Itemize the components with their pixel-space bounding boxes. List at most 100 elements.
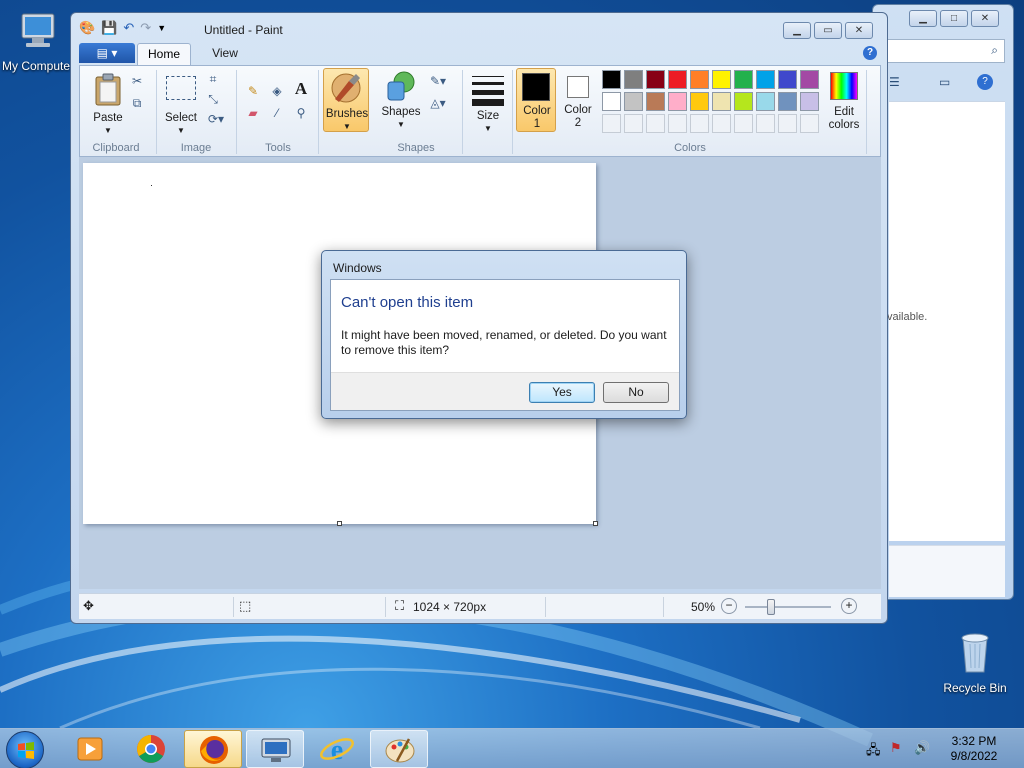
- palette-color-swatch[interactable]: [778, 92, 797, 111]
- text-tool-icon[interactable]: A: [292, 80, 310, 98]
- paint-menu-button[interactable]: ▤ ▾: [79, 43, 135, 63]
- desktop-icon-my-computer[interactable]: My Computer: [0, 10, 78, 73]
- palette-color-swatch[interactable]: [624, 92, 643, 111]
- palette-color-swatch[interactable]: [756, 70, 775, 89]
- action-center-flag-icon[interactable]: ⚑: [890, 740, 902, 756]
- maximize-button[interactable]: ▭: [814, 22, 842, 39]
- status-separator: [663, 597, 664, 617]
- palette-color-swatch[interactable]: [756, 92, 775, 111]
- firefox-icon: [200, 736, 228, 764]
- undo-icon[interactable]: ↶: [123, 20, 134, 36]
- resize-handle-corner[interactable]: [593, 521, 598, 526]
- close-button[interactable]: ✕: [845, 22, 873, 39]
- rotate-icon[interactable]: ⟳▾: [204, 110, 228, 128]
- zoom-slider-thumb[interactable]: [767, 599, 775, 615]
- pencil-icon[interactable]: ✎: [244, 82, 262, 100]
- palette-color-swatch[interactable]: [646, 70, 665, 89]
- explorer-search-box[interactable]: ⌕: [887, 39, 1005, 63]
- tab-home[interactable]: Home: [137, 43, 191, 65]
- taskbar-chrome[interactable]: [122, 730, 180, 768]
- palette-color-swatch[interactable]: [690, 70, 709, 89]
- palette-color-swatch[interactable]: [668, 70, 687, 89]
- volume-icon[interactable]: 🔊: [914, 740, 930, 756]
- taskbar-remote-desktop[interactable]: [246, 730, 304, 768]
- preview-pane-icon[interactable]: ▭: [939, 75, 950, 89]
- cut-icon[interactable]: ✂: [128, 72, 146, 90]
- copy-icon[interactable]: ⧉: [128, 94, 146, 112]
- redo-icon[interactable]: ↷: [140, 20, 151, 36]
- taskbar-clock[interactable]: 3:32 PM 9/8/2022: [930, 734, 1018, 764]
- palette-color-swatch[interactable]: [646, 92, 665, 111]
- minimize-button[interactable]: ▁: [909, 10, 937, 27]
- edit-colors-button[interactable]: Edit colors: [824, 70, 864, 131]
- color1-button[interactable]: Color 1: [516, 68, 556, 132]
- view-options-icon[interactable]: ☰: [889, 75, 900, 89]
- brushes-button[interactable]: Brushes ▼: [323, 68, 369, 132]
- palette-custom-swatch[interactable]: [756, 114, 775, 133]
- eraser-icon[interactable]: ▰: [244, 104, 262, 122]
- color2-button[interactable]: Color 2: [558, 68, 598, 132]
- palette-custom-swatch[interactable]: [668, 114, 687, 133]
- palette-color-swatch[interactable]: [624, 70, 643, 89]
- palette-color-swatch[interactable]: [800, 70, 819, 89]
- minimize-button[interactable]: ▁: [783, 22, 811, 39]
- explorer-window-background[interactable]: ▁ □ ✕ ⌕ ☰ ▭ ? vailable.: [872, 4, 1014, 600]
- palette-custom-swatch[interactable]: [624, 114, 643, 133]
- paste-button[interactable]: Paste ▼: [88, 70, 128, 135]
- start-button[interactable]: [6, 731, 44, 768]
- save-icon[interactable]: 💾: [101, 20, 117, 36]
- palette-color-swatch[interactable]: [734, 70, 753, 89]
- palette-color-swatch[interactable]: [800, 92, 819, 111]
- no-button[interactable]: No: [603, 382, 669, 403]
- help-icon[interactable]: ?: [977, 74, 993, 90]
- network-icon[interactable]: 🖧: [866, 741, 881, 763]
- zoom-level: 50%: [691, 600, 716, 614]
- palette-color-swatch[interactable]: [668, 92, 687, 111]
- fill-bucket-icon[interactable]: ◈: [268, 82, 286, 100]
- explorer-toolbar: ☰ ▭ ?: [887, 69, 1005, 99]
- size-button[interactable]: Size ▼: [466, 70, 510, 133]
- palette-color-swatch[interactable]: [712, 70, 731, 89]
- palette-custom-swatch[interactable]: [646, 114, 665, 133]
- taskbar-paint[interactable]: [370, 730, 428, 768]
- qat-dropdown-icon[interactable]: ▼: [157, 23, 166, 33]
- fill-icon[interactable]: ◬▾: [426, 94, 450, 112]
- paint-app-icon[interactable]: 🎨: [79, 20, 95, 36]
- zoom-slider[interactable]: [745, 599, 831, 615]
- palette-custom-swatch[interactable]: [712, 114, 731, 133]
- palette-custom-swatch[interactable]: [734, 114, 753, 133]
- yes-button[interactable]: Yes: [529, 382, 595, 403]
- palette-color-swatch[interactable]: [778, 70, 797, 89]
- zoom-in-icon[interactable]: +: [841, 598, 857, 614]
- maximize-button[interactable]: □: [940, 10, 968, 27]
- palette-color-swatch[interactable]: [602, 92, 621, 111]
- edit-colors-label-second: colors: [828, 119, 860, 131]
- palette-color-swatch[interactable]: [734, 92, 753, 111]
- error-dialog[interactable]: Windows Can't open this item It might ha…: [321, 250, 687, 419]
- select-button[interactable]: Select ▼: [162, 70, 200, 135]
- palette-color-swatch[interactable]: [602, 70, 621, 89]
- palette-custom-swatch[interactable]: [602, 114, 621, 133]
- palette-custom-swatch[interactable]: [800, 114, 819, 133]
- taskbar-firefox[interactable]: [184, 730, 242, 768]
- magnifier-icon[interactable]: ⚲: [292, 104, 310, 122]
- ribbon-separator: [866, 70, 867, 154]
- shapes-label: Shapes: [381, 106, 421, 118]
- desktop-icon-recycle-bin[interactable]: Recycle Bin: [935, 630, 1015, 695]
- palette-custom-swatch[interactable]: [690, 114, 709, 133]
- taskbar-media-player[interactable]: [62, 730, 120, 768]
- resize-handle-bottom[interactable]: [337, 521, 342, 526]
- help-icon[interactable]: ?: [863, 46, 877, 60]
- palette-custom-swatch[interactable]: [778, 114, 797, 133]
- taskbar-internet-explorer[interactable]: e: [308, 730, 366, 768]
- shapes-button[interactable]: Shapes ▼: [378, 70, 424, 130]
- outline-icon[interactable]: ✎▾: [426, 72, 450, 90]
- palette-color-swatch[interactable]: [690, 92, 709, 111]
- palette-color-swatch[interactable]: [712, 92, 731, 111]
- resize-icon[interactable]: ⤡: [204, 90, 222, 108]
- zoom-out-icon[interactable]: −: [721, 598, 737, 614]
- color-picker-icon[interactable]: ⁄: [268, 104, 286, 122]
- tab-view[interactable]: View: [205, 43, 245, 65]
- crop-icon[interactable]: ⌗: [204, 70, 222, 88]
- close-button[interactable]: ✕: [971, 10, 999, 27]
